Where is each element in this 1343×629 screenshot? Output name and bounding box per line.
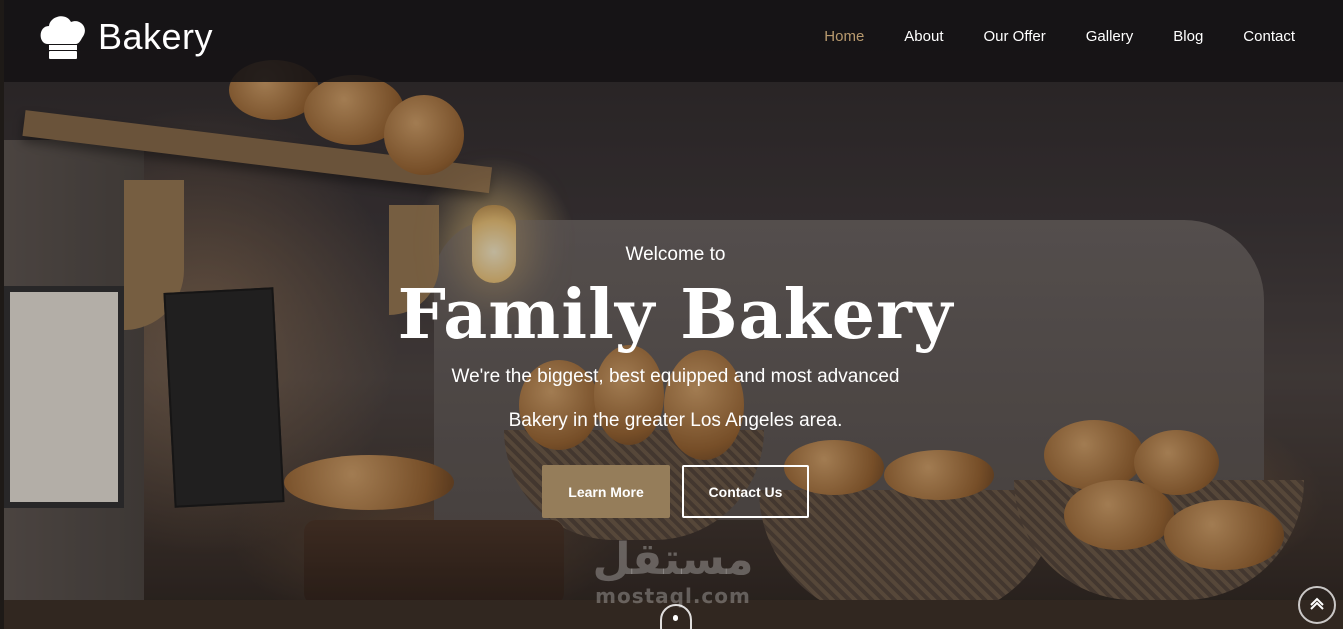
hero-welcome: Welcome to: [625, 244, 726, 265]
hero-content: Welcome to Family Bakery We're the bigge…: [0, 0, 1343, 629]
watermark: مستقل mostaql.com: [588, 534, 758, 609]
hero-subtitle-line2: Bakery in the greater Los Angeles area.: [508, 410, 843, 431]
learn-more-button[interactable]: Learn More: [542, 465, 670, 518]
watermark-arabic: مستقل: [592, 534, 754, 585]
scroll-dot: [673, 615, 678, 621]
chevron-up-icon: [1308, 594, 1326, 617]
hero-subtitle-line1: We're the biggest, best equipped and mos…: [451, 366, 900, 387]
back-to-top-button[interactable]: [1298, 586, 1336, 624]
contact-us-button[interactable]: Contact Us: [682, 465, 809, 518]
hero-title: Family Bakery: [397, 275, 954, 355]
